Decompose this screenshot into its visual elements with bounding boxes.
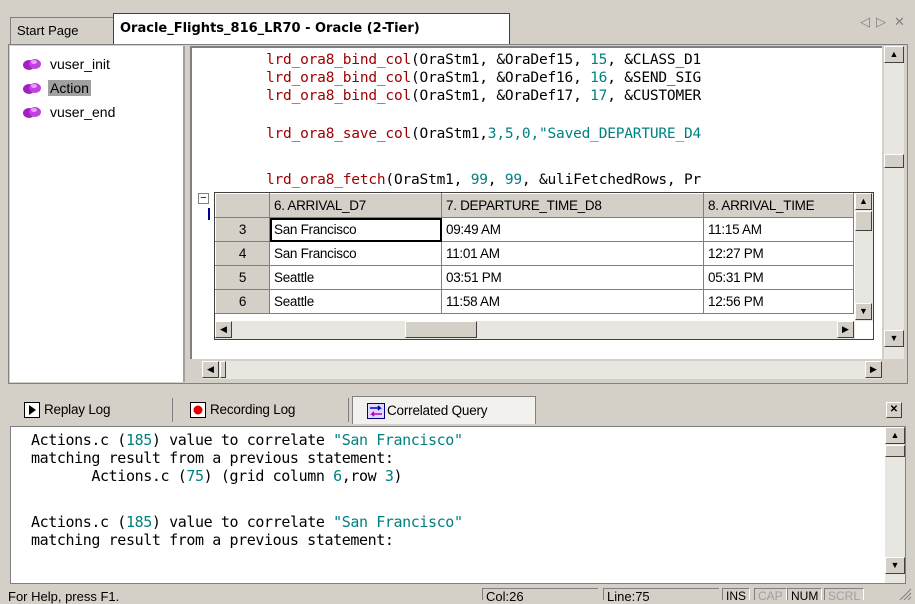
scroll-up-icon[interactable]: ▲	[884, 46, 904, 63]
scroll-thumb[interactable]	[885, 445, 905, 457]
grid-cell[interactable]: 11:15 AM	[703, 217, 854, 242]
grid-cell[interactable]: San Francisco	[269, 241, 442, 266]
current-line-marker	[208, 208, 210, 220]
tab-start-page[interactable]: Start Page	[10, 17, 113, 44]
scroll-right-icon[interactable]: ▶	[837, 321, 854, 338]
grid-cell[interactable]: Seattle	[269, 289, 442, 314]
grid-cell[interactable]: 05:31 PM	[703, 265, 854, 290]
log-line: matching result from a previous statemen…	[31, 449, 394, 467]
grid-cell[interactable]: 12:56 PM	[703, 289, 854, 314]
collapse-toggle-icon[interactable]: −	[198, 193, 209, 204]
grid-column-header[interactable]: 8. ARRIVAL_TIME	[703, 193, 854, 218]
scroll-right-icon[interactable]: ▶	[865, 361, 882, 378]
grid-horizontal-scrollbar[interactable]: ◀ ▶	[215, 321, 855, 339]
correlated-query-output[interactable]: Actions.c (185) value to correlate "San …	[10, 426, 906, 584]
table-row: 3 San Francisco 09:49 AM 11:15 AM	[215, 217, 854, 242]
fetched-rows-grid[interactable]: 6. ARRIVAL_D7 7. DEPARTURE_TIME_D8 8. AR…	[214, 192, 874, 340]
action-gem-icon	[23, 107, 41, 118]
tab-label: Replay Log	[44, 402, 111, 417]
grid-cell[interactable]: 03:51 PM	[441, 265, 704, 290]
scroll-thumb[interactable]	[855, 211, 872, 231]
scroll-thumb[interactable]	[220, 361, 226, 378]
scroll-up-icon[interactable]: ▲	[855, 193, 872, 210]
grid-column-header[interactable]: 7. DEPARTURE_TIME_D8	[441, 193, 704, 218]
tab-replay-log[interactable]: Replay Log	[10, 396, 170, 424]
status-column: Col:26	[482, 588, 598, 604]
table-row: 6 Seattle 11:58 AM 12:56 PM	[215, 289, 854, 314]
tab-divider	[348, 398, 349, 422]
action-gem-icon	[23, 83, 41, 94]
status-num-indicator: NUM	[787, 588, 823, 603]
tab-active-script[interactable]: Oracle_Flights_816_LR70 - Oracle (2-Tier…	[113, 13, 510, 46]
editor-vertical-scrollbar[interactable]: ▲ ▼	[884, 46, 904, 359]
scroll-tabs-left-icon[interactable]: ◁	[860, 14, 870, 30]
tree-item-vuser-end[interactable]: vuser_end	[22, 102, 117, 122]
code-line: lrd_ora8_bind_col(OraStm1, &OraDef15, 15…	[266, 52, 702, 68]
tree-item-label: vuser_end	[50, 104, 116, 120]
grid-cell[interactable]: 12:27 PM	[703, 241, 854, 266]
scroll-down-icon[interactable]: ▼	[884, 330, 904, 347]
tab-divider	[172, 398, 173, 422]
record-icon	[190, 402, 206, 418]
scroll-thumb[interactable]	[405, 321, 477, 338]
grid-row-number[interactable]: 4	[215, 241, 270, 266]
tree-item-label: Action	[48, 80, 91, 96]
log-vertical-scrollbar[interactable]: ▲ ▼	[885, 427, 905, 583]
output-tab-strip: Replay Log Recording Log Correlated Quer…	[10, 396, 906, 424]
scroll-left-icon[interactable]: ◀	[215, 321, 232, 338]
grid-cell[interactable]: Seattle	[269, 265, 442, 290]
tab-correlated-query[interactable]: Correlated Query	[352, 396, 536, 424]
tree-item-label: vuser_init	[50, 56, 110, 72]
close-pane-icon[interactable]: ✕	[886, 402, 902, 418]
tab-label: Recording Log	[210, 402, 296, 417]
grid-cell[interactable]: 11:01 AM	[441, 241, 704, 266]
tab-label: Correlated Query	[387, 403, 488, 418]
code-line: lrd_ora8_save_col(OraStm1,3,5,0,"Saved_D…	[266, 126, 702, 142]
code-line: lrd_ora8_bind_col(OraStm1, &OraDef17, 17…	[266, 88, 702, 104]
correlate-arrows-icon	[367, 403, 385, 419]
grid-header-row: 6. ARRIVAL_D7 7. DEPARTURE_TIME_D8 8. AR…	[215, 193, 854, 218]
status-ins-indicator: INS	[722, 588, 751, 603]
log-line: matching result from a previous statemen…	[31, 531, 394, 549]
grid-row-number[interactable]: 3	[215, 217, 270, 242]
grid-cell[interactable]: San Francisco	[269, 217, 442, 242]
scroll-tabs-right-icon[interactable]: ▷	[876, 14, 886, 30]
log-line: Actions.c (185) value to correlate "San …	[31, 513, 463, 531]
close-document-icon[interactable]: ✕	[894, 14, 905, 30]
resize-grip-icon[interactable]	[898, 588, 912, 600]
scroll-left-icon[interactable]: ◀	[202, 361, 219, 378]
action-tree: vuser_init Action vuser_end	[10, 46, 185, 382]
scroll-down-icon[interactable]: ▼	[855, 303, 872, 320]
grid-vertical-scrollbar[interactable]: ▲ ▼	[855, 193, 873, 321]
grid-row-number[interactable]: 6	[215, 289, 270, 314]
table-row: 4 San Francisco 11:01 AM 12:27 PM	[215, 241, 854, 266]
log-line: Actions.c (75) (grid column 6,row 3)	[31, 467, 403, 485]
action-gem-icon	[23, 59, 41, 70]
grid-column-header[interactable]: 6. ARRIVAL_D7	[269, 193, 442, 218]
tree-item-action[interactable]: Action	[22, 78, 91, 98]
scroll-up-icon[interactable]: ▲	[885, 427, 905, 444]
grid-corner-cell	[215, 193, 270, 218]
scroll-down-icon[interactable]: ▼	[885, 557, 905, 574]
code-line: lrd_ora8_bind_col(OraStm1, &OraDef16, 16…	[266, 70, 702, 86]
status-scrl-indicator: SCRL	[824, 588, 865, 603]
log-line: Actions.c (185) value to correlate "San …	[31, 431, 463, 449]
table-row: 5 Seattle 03:51 PM 05:31 PM	[215, 265, 854, 290]
grid-cell[interactable]: 09:49 AM	[441, 217, 704, 242]
tree-item-vuser-init[interactable]: vuser_init	[22, 54, 112, 74]
replay-play-icon	[24, 402, 40, 418]
code-line: lrd_ora8_fetch(OraStm1, 99, 99, &uliFetc…	[266, 172, 702, 188]
grid-row-number[interactable]: 5	[215, 265, 270, 290]
tab-recording-log[interactable]: Recording Log	[176, 396, 348, 424]
status-line: Line:75	[603, 588, 719, 604]
grid-cell[interactable]: 11:58 AM	[441, 289, 704, 314]
status-help-text: For Help, press F1.	[8, 589, 120, 604]
editor-horizontal-scrollbar[interactable]: ◀ ▶	[202, 361, 882, 379]
status-cap-indicator: CAP	[754, 588, 787, 603]
document-tab-strip: Start Page Oracle_Flights_816_LR70 - Ora…	[0, 0, 915, 46]
scroll-thumb[interactable]	[884, 154, 904, 168]
